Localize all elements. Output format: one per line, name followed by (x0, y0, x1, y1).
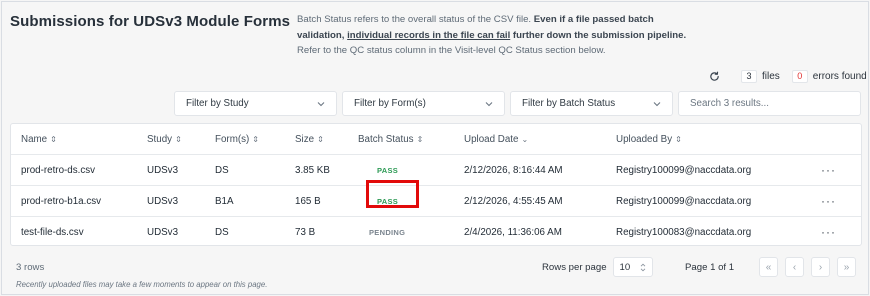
note-line2-bold-start: validation, (297, 29, 348, 41)
rows-per-page: Rows per page 10 (542, 257, 653, 277)
rows-per-page-label: Rows per page (542, 261, 607, 273)
cell-upload-date: 2/12/2026, 4:55:45 AM (464, 195, 563, 207)
cell-uploaded-by: Registry100099@naccdata.org (616, 164, 752, 176)
table-row[interactable]: prod-retro-b1a.csv UDSv3 B1A 165 B PASS … (11, 186, 861, 216)
submissions-panel: Submissions for UDSv3 Module Forms Batch… (1, 1, 869, 295)
col-header-size[interactable]: Size ⇕ (295, 124, 324, 154)
rows-per-page-value: 10 (619, 261, 631, 273)
page-info: Page 1 of 1 (685, 261, 735, 273)
col-header-batch-status[interactable]: Batch Status ⇕ (358, 124, 423, 154)
filter-study-select[interactable]: Filter by Study (174, 91, 337, 116)
sort-icon: ⇕ (50, 134, 57, 144)
chevron-down-icon (653, 102, 661, 107)
cell-name: test-file-ds.csv (21, 226, 84, 238)
cell-forms: B1A (215, 195, 234, 207)
col-header-uploaded-by[interactable]: Uploaded By ⇕ (616, 124, 682, 154)
sort-icon: ⇕ (416, 134, 424, 144)
search-input[interactable]: Search 3 results... (678, 91, 861, 116)
sort-icon: ⇕ (252, 134, 259, 144)
filter-batch-status-label: Filter by Batch Status (522, 98, 616, 109)
table-row[interactable]: test-file-ds.csv UDSv3 DS 73 B PENDING 2… (11, 217, 861, 247)
note-line3-text: Refer to the QC status column in the Vis… (297, 45, 606, 56)
cell-size: 73 B (295, 226, 316, 238)
table-row[interactable]: prod-retro-ds.csv UDSv3 DS 3.85 KB PASS … (11, 155, 861, 185)
col-header-name[interactable]: Name ⇕ (21, 124, 57, 154)
batch-status-note: Batch Status refers to the overall statu… (297, 12, 697, 59)
note-line2-underlined: individual records in the file can fail (347, 29, 511, 41)
note-line1-bold: Even if a file passed batch (533, 14, 654, 25)
files-count-badge: 3 (741, 69, 757, 83)
table-header-row: Name ⇕ Study ⇕ Form(s) ⇕ Size ⇕ Batch Status… (11, 124, 861, 154)
cell-name: prod-retro-b1a.csv (21, 195, 102, 207)
note-line2-bold-end: further down the submission pipeline. (510, 29, 687, 41)
refresh-icon[interactable] (707, 69, 721, 83)
rows-per-page-select[interactable]: 10 (612, 257, 653, 277)
cell-name: prod-retro-ds.csv (21, 164, 96, 176)
sort-icon: ⇕ (675, 134, 682, 144)
cell-upload-date: 2/4/2026, 11:36:06 AM (464, 226, 562, 238)
search-placeholder: Search 3 results... (690, 98, 769, 109)
cell-study: UDSv3 (147, 226, 179, 238)
cell-upload-date: 2/12/2026, 8:16:44 AM (464, 164, 563, 176)
col-header-upload-date-label: Upload Date (464, 133, 519, 145)
note-line1-text: Batch Status refers to the overall statu… (297, 14, 534, 25)
row-actions-icon[interactable]: ··· (821, 186, 836, 216)
chevron-down-icon (485, 102, 493, 107)
highlight-box (366, 180, 419, 208)
upload-hint: Recently uploaded files may take a few m… (16, 280, 268, 289)
cell-uploaded-by: Registry100099@naccdata.org (616, 195, 752, 207)
file-counts: 3 files 0 errors found (707, 69, 867, 83)
chevron-down-icon (317, 102, 325, 107)
sort-icon: ⇕ (317, 134, 324, 144)
filter-study-label: Filter by Study (186, 98, 249, 109)
row-actions-icon[interactable]: ··· (821, 155, 836, 185)
cell-study: UDSv3 (147, 164, 179, 176)
col-header-uploaded-by-label: Uploaded By (616, 133, 673, 145)
sort-icon: ⇕ (175, 134, 182, 144)
cell-forms: DS (215, 226, 229, 238)
errors-label: errors found (812, 70, 867, 82)
col-header-upload-date[interactable]: Upload Date ⌄ (464, 124, 528, 154)
row-count: 3 rows (16, 261, 45, 273)
col-header-name-label: Name (21, 133, 48, 145)
submissions-table: Name ⇕ Study ⇕ Form(s) ⇕ Size ⇕ Batch Status… (10, 123, 862, 246)
row-actions-icon[interactable]: ··· (821, 217, 836, 247)
cell-study: UDSv3 (147, 195, 179, 207)
col-header-study[interactable]: Study ⇕ (147, 124, 182, 154)
filter-forms-label: Filter by Form(s) (354, 98, 426, 109)
next-page-button[interactable]: › (811, 257, 830, 277)
col-header-study-label: Study (147, 133, 173, 145)
cell-forms: DS (215, 164, 229, 176)
cell-size: 165 B (295, 195, 321, 207)
filter-forms-select[interactable]: Filter by Form(s) (342, 91, 505, 116)
col-header-forms-label: Form(s) (215, 133, 250, 145)
col-header-size-label: Size (295, 133, 315, 145)
prev-page-button[interactable]: ‹ (785, 257, 804, 277)
sort-desc-icon: ⌄ (521, 134, 529, 144)
chevron-up-down-icon (640, 263, 645, 271)
last-page-button[interactable]: » (837, 257, 856, 277)
first-page-button[interactable]: « (759, 257, 778, 277)
status-badge: PENDING (369, 227, 406, 237)
errors-count-badge: 0 (791, 69, 808, 83)
page-title: Submissions for UDSv3 Module Forms (10, 13, 291, 30)
cell-uploaded-by: Registry100083@naccdata.org (616, 226, 752, 238)
files-label: files (762, 70, 780, 82)
filter-batch-status-select[interactable]: Filter by Batch Status (510, 91, 673, 116)
cell-size: 3.85 KB (295, 164, 330, 176)
col-header-batch-status-label: Batch Status (358, 133, 414, 145)
col-header-forms[interactable]: Form(s) ⇕ (215, 124, 259, 154)
